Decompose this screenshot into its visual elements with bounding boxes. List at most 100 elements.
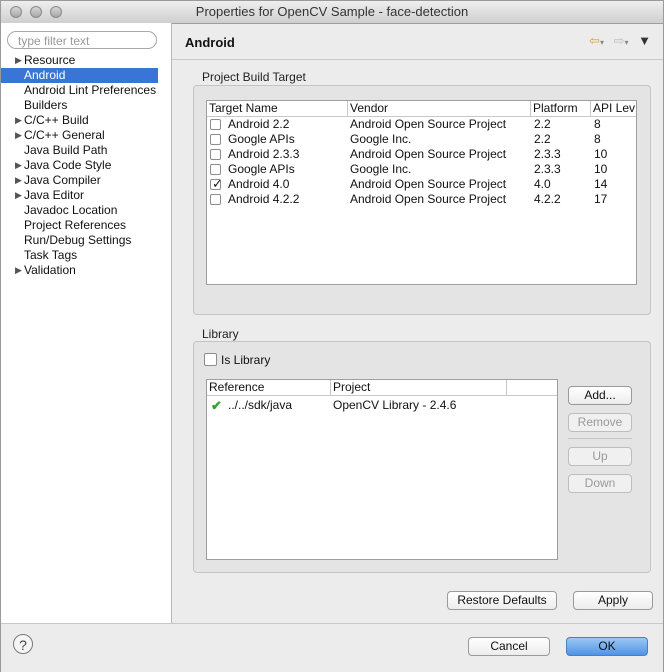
cell-vendor: Android Open Source Project — [350, 117, 507, 131]
sidebar-item-java-editor[interactable]: ▶ Java Editor — [1, 188, 171, 203]
cell-platform: 4.2.2 — [534, 192, 561, 206]
up-button[interactable]: Up — [568, 447, 632, 466]
sidebar-item-label: Java Editor — [24, 188, 85, 202]
expand-triangle-icon[interactable]: ▶ — [15, 128, 22, 143]
expand-triangle-icon[interactable]: ▶ — [15, 158, 22, 173]
cell-api: 10 — [594, 162, 608, 176]
restore-defaults-button[interactable]: Restore Defaults — [447, 591, 557, 610]
is-library-checkbox[interactable] — [204, 353, 217, 366]
sidebar-item-android[interactable]: Android — [1, 68, 158, 83]
help-icon[interactable]: ? — [13, 634, 33, 654]
expand-triangle-icon[interactable]: ▶ — [15, 113, 22, 128]
target-rows: Android 2.2 Android Open Source Project 2.… — [207, 117, 636, 207]
expand-triangle-icon[interactable]: ▶ — [15, 173, 22, 188]
sidebar-item-builders[interactable]: Builders — [1, 98, 171, 113]
checkmark-icon: ✓ — [212, 176, 223, 191]
sidebar-item-java-code-style[interactable]: ▶ Java Code Style — [1, 158, 171, 173]
library-row[interactable]: ✔ ../../sdk/java OpenCV Library - 2.4.6 — [207, 398, 557, 413]
title-bar: Properties for OpenCV Sample - face-dete… — [1, 1, 663, 24]
cell-vendor: Android Open Source Project — [350, 147, 507, 161]
column-target-name[interactable]: Target Name — [207, 101, 348, 116]
dialog-footer: ? Cancel OK — [1, 623, 663, 672]
cell-name: Android 4.0 — [228, 177, 290, 191]
expand-triangle-icon[interactable]: ▶ — [15, 263, 22, 278]
cell-platform: 2.2 — [534, 132, 551, 146]
forward-arrow-icon[interactable]: ⇨ — [614, 33, 625, 48]
sidebar-item-resource[interactable]: ▶ Resource — [1, 53, 171, 68]
page-title: Android — [185, 35, 235, 50]
sidebar-item-label: Run/Debug Settings — [24, 233, 132, 247]
cell-platform: 2.3.3 — [534, 147, 561, 161]
sidebar-item-label: Android — [24, 68, 66, 82]
sidebar-item-java-build-path[interactable]: Java Build Path — [1, 143, 171, 158]
build-target-table[interactable]: Target Name Vendor Platform API Lev Andr… — [206, 100, 637, 285]
table-header: Target Name Vendor Platform API Lev — [207, 101, 636, 117]
expand-triangle-icon[interactable]: ▶ — [15, 188, 22, 203]
cell-vendor: Android Open Source Project — [350, 192, 507, 206]
table-row[interactable]: Android 4.2.2 Android Open Source Project… — [207, 192, 636, 207]
target-checkbox[interactable] — [210, 149, 221, 160]
target-checkbox[interactable] — [210, 119, 221, 130]
cancel-button[interactable]: Cancel — [468, 637, 550, 656]
cell-api: 10 — [594, 147, 608, 161]
cell-api: 8 — [594, 132, 601, 146]
sidebar-item-javadoc-location[interactable]: Javadoc Location — [1, 203, 171, 218]
sidebar-item-label: Java Build Path — [24, 143, 108, 157]
build-target-label: Project Build Target — [202, 70, 306, 84]
remove-button[interactable]: Remove — [568, 413, 632, 432]
cell-vendor: Google Inc. — [350, 132, 412, 146]
cell-api: 17 — [594, 192, 608, 206]
cell-name: Android 4.2.2 — [228, 192, 300, 206]
green-check-icon: ✔ — [211, 398, 222, 413]
table-row[interactable]: Android 2.2 Android Open Source Project 2.… — [207, 117, 636, 132]
cell-api: 14 — [594, 177, 608, 191]
sidebar-item-java-compiler[interactable]: ▶ Java Compiler — [1, 173, 171, 188]
window-title: Properties for OpenCV Sample - face-dete… — [195, 4, 469, 19]
sidebar-item-project-references[interactable]: Project References — [1, 218, 171, 233]
sidebar-item-task-tags[interactable]: Task Tags — [1, 248, 171, 263]
target-checkbox[interactable] — [210, 134, 221, 145]
column-project[interactable]: Project — [331, 380, 507, 395]
column-vendor[interactable]: Vendor — [348, 101, 531, 116]
ok-button[interactable]: OK — [566, 637, 648, 656]
library-table[interactable]: Reference Project ✔ ../../sdk/java OpenC… — [206, 379, 558, 560]
target-checkbox[interactable] — [210, 164, 221, 175]
expand-triangle-icon[interactable]: ▶ — [15, 53, 22, 68]
target-checkbox[interactable]: ✓ — [210, 176, 223, 191]
properties-dialog: Properties for OpenCV Sample - face-dete… — [0, 0, 664, 672]
column-reference[interactable]: Reference — [207, 380, 331, 395]
sidebar-item-label: Javadoc Location — [24, 203, 118, 217]
column-api-level[interactable]: API Lev — [591, 101, 636, 116]
is-library-label: Is Library — [221, 353, 271, 367]
sidebar-item-label: Resource — [24, 53, 76, 67]
cell-vendor: Google Inc. — [350, 162, 412, 176]
sidebar-item-validation[interactable]: ▶ Validation — [1, 263, 171, 278]
cell-name: Android 2.2 — [228, 117, 290, 131]
back-arrow-icon[interactable]: ⇦ — [589, 33, 600, 48]
table-row[interactable]: Google APIs Google Inc. 2.3.3 10 — [207, 162, 636, 177]
table-row[interactable]: ✓ Android 4.0 Android Open Source Project 4… — [207, 176, 636, 192]
view-menu-icon[interactable]: ▼ — [638, 33, 651, 48]
target-checkbox[interactable] — [210, 194, 221, 205]
sidebar-item-label: Project References — [24, 218, 127, 232]
cell-api: 8 — [594, 117, 601, 131]
sidebar-item-label: Task Tags — [24, 248, 78, 262]
down-button[interactable]: Down — [568, 474, 632, 493]
sidebar-item-c-c-build[interactable]: ▶ C/C++ Build — [1, 113, 171, 128]
sidebar-item-label: C/C++ General — [24, 128, 105, 142]
add-button[interactable]: Add... — [568, 386, 632, 405]
sidebar-item-c-c-general[interactable]: ▶ C/C++ General — [1, 128, 171, 143]
sidebar: type filter text ▶ Resource Android Android… — [1, 23, 172, 623]
sidebar-item-label: C/C++ Build — [24, 113, 89, 127]
sidebar-item-run-debug-settings[interactable]: Run/Debug Settings — [1, 233, 171, 248]
page-header: Android ⇦▾ ⇨▾ ▼ — [172, 23, 663, 60]
nav-icons: ⇦▾ ⇨▾ ▼ — [589, 33, 651, 48]
table-row[interactable]: Google APIs Google Inc. 2.2 8 — [207, 132, 636, 147]
library-project: OpenCV Library - 2.4.6 — [333, 398, 457, 412]
apply-button[interactable]: Apply — [573, 591, 653, 610]
sidebar-item-label: Android Lint Preferences — [24, 83, 157, 97]
column-platform[interactable]: Platform — [531, 101, 591, 116]
sidebar-item-android-lint-preferences[interactable]: Android Lint Preferences — [1, 83, 171, 98]
table-row[interactable]: Android 2.3.3 Android Open Source Project… — [207, 147, 636, 162]
filter-input[interactable]: type filter text — [7, 31, 157, 49]
